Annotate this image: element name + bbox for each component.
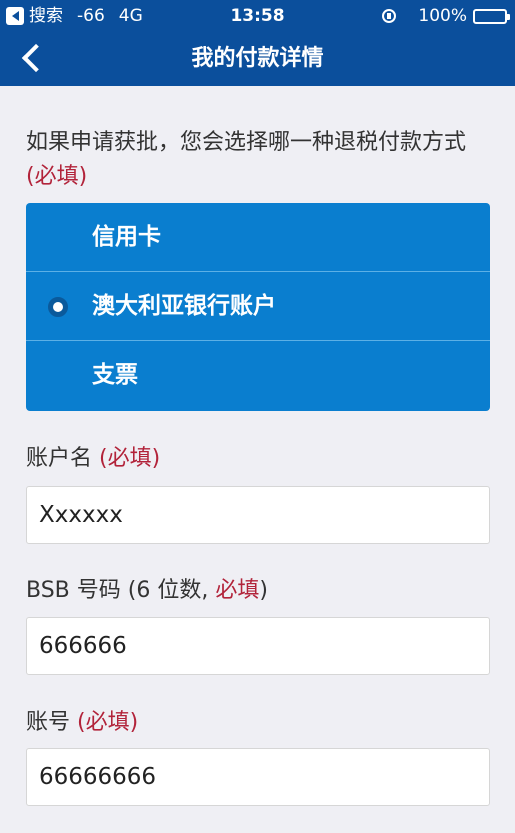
battery-percent: 100% [418,6,467,26]
page-title: 我的付款详情 [191,46,324,71]
option-label: 支票 [92,362,138,388]
radio-unselected [48,228,68,248]
battery-icon [473,8,510,24]
bsb-field[interactable]: 666666 [26,617,490,675]
option-credit-card[interactable]: 信用卡 [26,203,490,272]
nav-bar: 我的付款详情 [0,32,515,86]
bsb-label-text: BSB 号码 (6 位数, [26,578,209,603]
payment-method-question: 如果申请获批，您会选择哪一种退税付款方式 (必填) [26,126,496,194]
required-marker: (必填) [99,446,161,471]
required-marker: 必填 [215,578,260,603]
payment-method-options: 信用卡 澳大利亚银行账户 支票 [26,203,490,411]
question-text: 如果申请获批，您会选择哪一种退税付款方式 [26,130,467,155]
account-name-label-text: 账户名 [26,446,93,471]
radio-selected-icon [48,297,68,317]
account-name-field[interactable]: Xxxxxx [26,486,490,544]
bsb-label-suffix: ) [259,578,268,603]
account-number-label-text: 账号 [26,710,71,735]
required-marker: (必填) [77,710,139,735]
account-name-label: 账户名 (必填) [26,440,160,472]
bsb-label: BSB 号码 (6 位数, 必填) [26,572,268,604]
radio-unselected [48,366,68,386]
account-number-label: 账号 (必填) [26,704,138,736]
option-label: 澳大利亚银行账户 [92,293,276,319]
status-bar: 搜索 -66 4G 13:58 100% [0,0,515,32]
option-label: 信用卡 [92,224,161,250]
option-australian-bank-account[interactable]: 澳大利亚银行账户 [26,272,490,341]
account-number-field[interactable]: 66666666 [26,748,490,806]
rotation-lock-icon [382,9,397,23]
required-marker: (必填) [26,164,88,189]
option-cheque[interactable]: 支票 [26,341,490,411]
status-right: 100% [382,0,510,32]
